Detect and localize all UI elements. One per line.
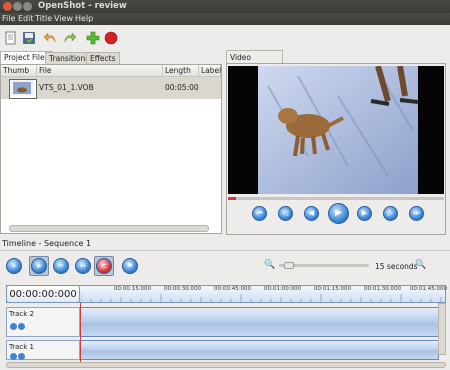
file-row[interactable]: VTS_01_1.VOB 00:05:00 [1, 77, 221, 99]
undo-icon[interactable] [44, 31, 58, 45]
ruler-tick-label: 00:00:30:000 [164, 286, 202, 292]
menu-bar: File Edit Title View Help [0, 13, 450, 25]
video-frame [228, 65, 444, 194]
file-length: 00:05:00 [165, 83, 199, 92]
add-marker-button[interactable]: ⚑ [122, 258, 138, 274]
horizontal-scrollbar[interactable] [9, 225, 209, 232]
magnet-icon: ⊂ [96, 258, 112, 274]
close-window-icon[interactable] [3, 2, 12, 11]
tab-video-preview[interactable]: Video Preview [226, 50, 283, 75]
previous-marker-button[interactable]: ◁ [278, 206, 293, 221]
track-name: Track 1 [9, 343, 34, 351]
column-header-file[interactable]: File [37, 65, 163, 77]
video-seek-bar[interactable] [228, 197, 444, 200]
play-button[interactable]: ▶ [328, 203, 349, 224]
toolbar [0, 25, 450, 51]
menu-title[interactable]: Title [35, 14, 52, 23]
track-audio-icon[interactable] [18, 353, 25, 360]
timeline-label: Timeline - Sequence 1 [2, 239, 92, 248]
window-title: OpenShot - review [38, 1, 127, 11]
add-track-button[interactable]: + [6, 258, 22, 274]
track-visibility-icon[interactable] [10, 323, 17, 330]
ruler-tick-label: 00:00:15:000 [114, 286, 152, 292]
save-icon[interactable] [22, 31, 36, 45]
timeline-vertical-scrollbar[interactable] [438, 303, 446, 355]
fast-forward-button[interactable]: ▶ [357, 206, 372, 221]
zoom-slider[interactable] [279, 262, 369, 269]
menu-view[interactable]: View [54, 14, 73, 23]
column-header-length[interactable]: Length [163, 65, 199, 77]
timecode-display: 00:00:00:000 [6, 285, 80, 303]
jump-to-start-button[interactable]: ⏮ [252, 206, 267, 221]
zoom-level-label: 15 seconds [375, 262, 418, 271]
zoom-in-icon[interactable]: 🔍 [415, 260, 426, 270]
track-audio-icon[interactable] [18, 323, 25, 330]
record-icon[interactable] [104, 31, 118, 45]
track-visibility-icon[interactable] [10, 353, 17, 360]
window-titlebar: OpenShot - review [0, 0, 450, 13]
zoom-out-icon[interactable]: 🔍 [264, 260, 275, 270]
video-seek-position [228, 197, 236, 200]
timeline-horizontal-scrollbar[interactable] [6, 362, 446, 368]
ruler-tick-label: 00:01:45:000 [410, 286, 448, 292]
track-name: Track 2 [9, 310, 34, 318]
select-tool-button[interactable]: ➤ [29, 256, 49, 276]
timeline-playhead[interactable] [80, 303, 81, 363]
tab-effects[interactable]: Effects [86, 52, 120, 64]
maximize-window-icon[interactable] [23, 2, 32, 11]
add-files-icon[interactable] [86, 31, 100, 45]
timeline-separator [0, 250, 450, 251]
arrow-pointer-icon: ➤ [31, 258, 47, 274]
project-files-panel: Thumb File Length Label VTS_01_1.VOB 00:… [0, 64, 222, 234]
redo-icon[interactable] [62, 31, 76, 45]
menu-file[interactable]: File [2, 14, 15, 23]
column-header-thumb[interactable]: Thumb [1, 65, 37, 77]
rewind-button[interactable]: ◀ [304, 206, 319, 221]
minimize-window-icon[interactable] [13, 2, 22, 11]
ruler-tick-label: 00:01:30:000 [364, 286, 402, 292]
razor-tool-button[interactable]: ✂ [53, 258, 69, 274]
resize-tool-button[interactable]: ↔ [75, 258, 91, 274]
file-name: VTS_01_1.VOB [39, 83, 94, 92]
ruler-tick-label: 00:00:45:000 [214, 286, 252, 292]
next-marker-button[interactable]: ▷ [383, 206, 398, 221]
menu-help[interactable]: Help [75, 14, 93, 23]
new-project-icon[interactable] [4, 31, 18, 45]
file-thumbnail [9, 79, 37, 99]
ruler-tick-label: 00:01:15:000 [314, 286, 352, 292]
column-header-label[interactable]: Label [199, 65, 221, 77]
zoom-slider-handle[interactable] [284, 262, 294, 269]
track-header-2[interactable]: Track 2 [6, 307, 80, 337]
menu-edit[interactable]: Edit [18, 14, 34, 23]
snap-toggle-button[interactable]: ⊂ [94, 256, 114, 276]
track-header-1[interactable]: Track 1 [6, 340, 80, 360]
jump-to-end-button[interactable]: ⏭ [409, 206, 424, 221]
ruler-tick-label: 00:01:00:000 [264, 286, 302, 292]
